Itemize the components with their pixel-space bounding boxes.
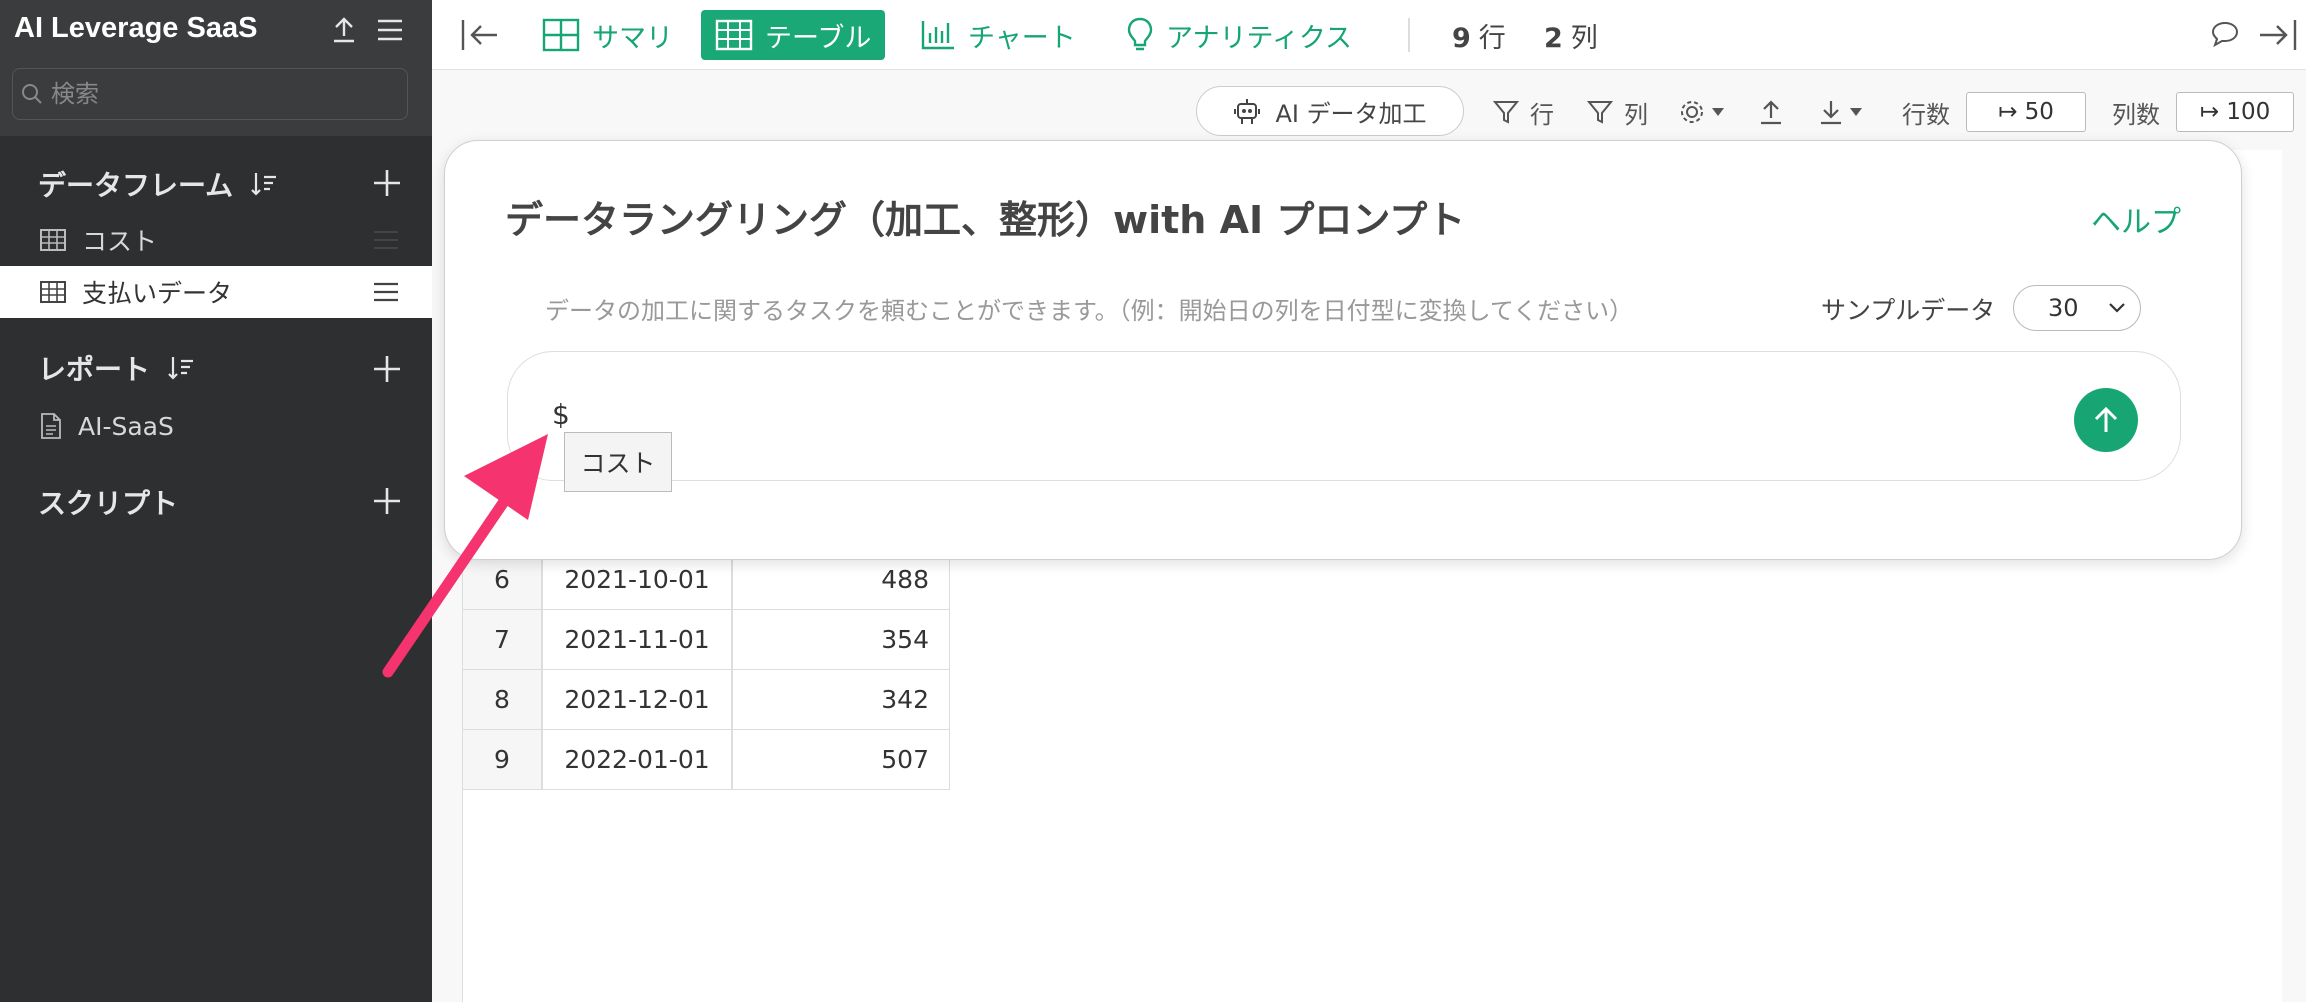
tab-table[interactable]: テーブル (701, 10, 886, 60)
sample-data-value: 30 (2048, 294, 2079, 322)
arrow-up-icon (2094, 406, 2118, 432)
table-icon (715, 19, 753, 51)
item-menu-icon[interactable] (372, 229, 400, 251)
tab-summary-label: サマリ (592, 22, 673, 54)
row-filter-label: 行 (1530, 100, 1554, 129)
tab-chart-label: チャート (968, 22, 1076, 54)
sidebar: AI Leverage SaaS データフレーム コスト 支払いデータ レポート… (0, 0, 432, 1002)
column-filter-label: 列 (1624, 100, 1648, 129)
main-toolbar: サマリ テーブル チャート アナリティクス 9行 2列 (432, 0, 2306, 70)
table-row: 8 2021-12-01 342 (462, 670, 950, 730)
row-count-unit: 行 (1478, 23, 1506, 54)
ai-data-wrangling-button[interactable]: AI データ加工 (1196, 86, 1464, 136)
table-row: 9 2022-01-01 507 (462, 730, 950, 790)
item-menu-icon[interactable] (372, 281, 400, 303)
row-filter-button[interactable]: 行 (1492, 90, 1554, 134)
sidebar-item-cost[interactable]: コスト (0, 214, 432, 266)
search-box[interactable] (12, 68, 408, 120)
columns-limit-input[interactable]: ↦ 100 (2176, 92, 2294, 132)
comment-icon[interactable] (2210, 20, 2240, 48)
ai-data-wrangling-label: AI データ加工 (1275, 99, 1427, 128)
search-icon (22, 84, 42, 104)
import-dropdown[interactable] (1818, 90, 1864, 134)
sidebar-header: AI Leverage SaaS (0, 0, 432, 136)
cell-date[interactable]: 2021-12-01 (542, 670, 732, 730)
row-count: 9行 (1452, 16, 1506, 55)
rows-limit-input[interactable]: ↦ 50 (1966, 92, 2086, 132)
tab-analytics[interactable]: アナリティクス (1112, 10, 1366, 60)
filter-icon (1586, 101, 1614, 124)
help-link[interactable]: ヘルプ (2091, 197, 2181, 241)
column-count-value: 2 (1544, 23, 1563, 54)
cell-value[interactable]: 342 (732, 670, 950, 730)
document-icon (41, 413, 61, 439)
tab-summary[interactable]: サマリ (528, 10, 687, 60)
rows-label: 行数 (1902, 100, 1950, 129)
sidebar-item-ai-saas[interactable]: AI-SaaS (0, 400, 432, 452)
dialog-description: データの加工に関するタスクを頼むことができます。（例：開始日の列を日付型に変換し… (545, 297, 1634, 325)
table-icon (40, 281, 66, 303)
section-scripts: スクリプト (38, 482, 178, 522)
table-row: 7 2021-11-01 354 (462, 610, 950, 670)
prompt-text: $ (552, 398, 570, 431)
column-count-unit: 列 (1570, 23, 1598, 54)
download-icon (1821, 101, 1841, 125)
lightbulb-icon (1127, 17, 1153, 51)
column-filter-button[interactable]: 列 (1586, 90, 1648, 134)
tab-analytics-label: アナリティクス (1166, 22, 1353, 54)
row-index: 8 (462, 670, 542, 730)
row-index: 7 (462, 610, 542, 670)
upload-icon[interactable] (326, 12, 362, 48)
tab-table-label: テーブル (765, 22, 872, 54)
caret-down-icon (1712, 108, 1724, 116)
sidebar-item-label: AI-SaaS (78, 411, 174, 441)
row-index: 9 (462, 730, 542, 790)
section-dataframes-label: データフレーム (38, 169, 234, 202)
export-icon[interactable] (1758, 98, 1784, 126)
sort-icon[interactable] (249, 169, 279, 199)
grid-icon (542, 18, 580, 52)
add-report-icon[interactable] (370, 352, 404, 386)
cell-date[interactable]: 2022-01-01 (542, 730, 732, 790)
section-reports-label: レポート (38, 353, 151, 386)
autocomplete-suggestion[interactable]: コスト (564, 432, 672, 492)
sidebar-item-label: 支払いデータ (82, 279, 233, 308)
ai-prompt-dialog: データラングリング（加工、整形）with AI プロンプト ヘルプ データの加工… (444, 140, 2242, 560)
section-scripts-label: スクリプト (38, 487, 179, 520)
tab-chart[interactable]: チャート (906, 10, 1090, 60)
gear-icon (1681, 101, 1703, 123)
add-dataframe-icon[interactable] (370, 166, 404, 200)
toolbar-divider (1408, 18, 1410, 52)
hamburger-menu-icon[interactable] (372, 12, 408, 48)
cell-value[interactable]: 354 (732, 610, 950, 670)
prompt-input[interactable]: $ (507, 351, 2181, 481)
chevron-down-icon (2109, 303, 2125, 313)
filter-icon (1492, 101, 1520, 124)
search-input[interactable] (51, 80, 391, 108)
sample-data-label: サンプルデータ (1821, 296, 1996, 325)
sidebar-item-payment-data[interactable]: 支払いデータ (0, 266, 432, 318)
bar-chart-icon (921, 21, 954, 50)
cell-value[interactable]: 507 (732, 730, 950, 790)
settings-dropdown[interactable] (1678, 90, 1726, 134)
row-count-value: 9 (1452, 23, 1471, 54)
send-button[interactable] (2074, 388, 2138, 452)
column-count: 2列 (1544, 16, 1598, 55)
add-script-icon[interactable] (370, 484, 404, 518)
sidebar-item-label: コスト (82, 227, 158, 256)
sort-icon[interactable] (166, 353, 196, 383)
collapse-sidebar-icon[interactable] (460, 18, 500, 52)
sample-data-select[interactable]: 30 (2013, 285, 2141, 331)
app-title: AI Leverage SaaS (14, 12, 258, 44)
section-reports: レポート (38, 348, 196, 388)
caret-down-icon (1850, 108, 1862, 116)
cell-date[interactable]: 2021-11-01 (542, 610, 732, 670)
dialog-title: データラングリング（加工、整形）with AI プロンプト (505, 198, 1466, 242)
table-icon (40, 229, 66, 251)
columns-label: 列数 (2112, 100, 2160, 129)
section-dataframes: データフレーム (38, 164, 279, 204)
robot-icon (1234, 99, 1261, 124)
collapse-right-panel-icon[interactable] (2258, 18, 2298, 52)
